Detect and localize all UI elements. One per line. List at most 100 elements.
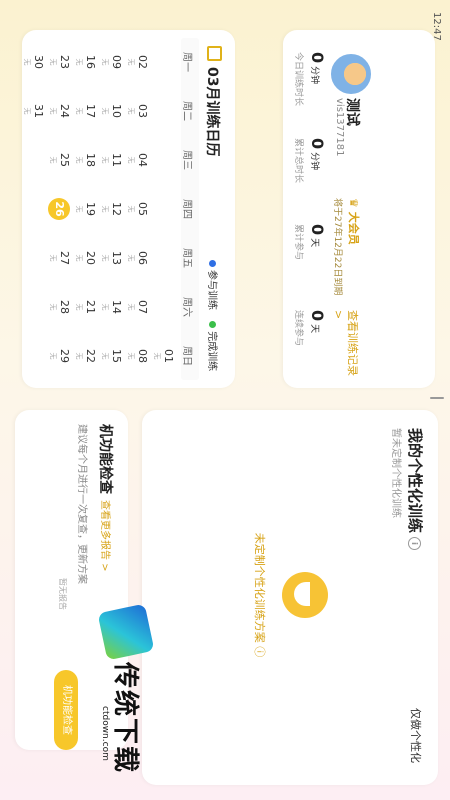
- day-status: 无: [101, 107, 109, 115]
- day-status: 无: [75, 107, 83, 115]
- day-number: 18: [84, 153, 97, 167]
- stat-value: 0: [308, 138, 327, 150]
- stat-unit: 天: [309, 324, 319, 334]
- calendar-day[interactable]: 14 无: [97, 283, 123, 331]
- day-number: 31: [32, 104, 45, 118]
- day-number: 11: [110, 153, 123, 167]
- day-status: 无: [127, 156, 135, 164]
- calendar-title: 03月训练日历: [203, 46, 223, 156]
- day-status: 无: [49, 58, 57, 66]
- calendar-day[interactable]: 30 无: [19, 38, 45, 86]
- stat-streak: 0 天 连续参与: [293, 310, 327, 390]
- calendar-day[interactable]: 06 无: [123, 234, 149, 282]
- customize-plan-link[interactable]: 未定制个性化训练方案 ⓘ: [252, 495, 268, 695]
- calendar-day[interactable]: 15 无: [97, 332, 123, 380]
- day-status: 无: [127, 58, 135, 66]
- calendar-day[interactable]: 22 无: [71, 332, 97, 380]
- day-status: 无: [49, 254, 57, 262]
- view-more-reports-link[interactable]: 查看更多报告 >: [99, 500, 114, 572]
- vip-label: 大会员: [347, 211, 360, 245]
- day-status: 无: [101, 58, 109, 66]
- day-number: 02: [136, 55, 149, 69]
- calendar-day[interactable]: 07 无: [123, 283, 149, 331]
- calendar-day[interactable]: 03 无: [123, 87, 149, 135]
- day-number: 03: [136, 104, 149, 118]
- stat-value: 0: [308, 310, 327, 322]
- calendar-day[interactable]: 29 无: [45, 332, 71, 380]
- weekday-label: 周六: [181, 297, 192, 317]
- day-status: 无: [23, 58, 31, 66]
- calendar-day[interactable]: 21 无: [71, 283, 97, 331]
- day-number: 24: [58, 104, 71, 118]
- watermark-logo-icon: [97, 603, 155, 661]
- day-number: 23: [58, 55, 71, 69]
- calendar-day[interactable]: 09 无: [97, 38, 123, 86]
- personal-training-subtitle: 暂未定制个性化训练: [390, 428, 401, 518]
- calendar-day[interactable]: 11 无: [97, 136, 123, 184]
- day-status: 无: [75, 156, 83, 164]
- day-status: 无: [101, 303, 109, 311]
- calendar-day[interactable]: 13 无: [97, 234, 123, 282]
- stat-unit: 分钟: [309, 66, 319, 85]
- calendar-day[interactable]: 23 无: [45, 38, 71, 86]
- stat-value: 0: [308, 224, 327, 236]
- calendar-legend: 参与训练 完成训练: [206, 252, 221, 371]
- watermark-url: ctdown.com: [100, 706, 110, 761]
- day-number: 25: [58, 153, 71, 167]
- day-number: 27: [58, 251, 71, 265]
- stat-unit: 分钟: [309, 152, 319, 171]
- day-number: 05: [136, 202, 149, 216]
- day-number: 08: [136, 349, 149, 363]
- calendar-icon: [207, 46, 222, 61]
- user-name: 测试: [344, 98, 360, 126]
- calendar-day[interactable]: 05 无: [123, 185, 149, 233]
- user-id: vis1377181: [334, 98, 345, 157]
- day-status: 无: [49, 156, 57, 164]
- calendar-day[interactable]: 17 无: [71, 87, 97, 135]
- calendar-day[interactable]: 20 无: [71, 234, 97, 282]
- info-icon[interactable]: i: [408, 537, 421, 551]
- stat-label: 累计总时长: [293, 138, 303, 184]
- vip-expiry: 将于27年12月22日到期: [332, 198, 342, 296]
- day-number: 20: [84, 251, 97, 265]
- weekday-label: 周二: [181, 101, 192, 121]
- calendar-title-text: 03月训练日历: [204, 67, 220, 157]
- calendar-day[interactable]: 31 无: [19, 87, 45, 135]
- day-status: 无: [75, 352, 83, 360]
- day-status: 无: [101, 205, 109, 213]
- calendar-day[interactable]: 27 无: [45, 234, 71, 282]
- calendar-day[interactable]: 12 无: [97, 185, 123, 233]
- legend-dot-green: [209, 321, 216, 329]
- day-number: 29: [58, 349, 71, 363]
- calendar-day[interactable]: 02 无: [123, 38, 149, 86]
- calendar-day[interactable]: 26: [45, 185, 71, 233]
- avatar[interactable]: [329, 52, 373, 96]
- calendar-day[interactable]: 25 无: [45, 136, 71, 184]
- calendar-day[interactable]: 01 无: [149, 332, 175, 380]
- crown-icon: ♛: [347, 198, 360, 208]
- stat-label: 今日训练时长: [293, 52, 303, 107]
- calendar-day[interactable]: 28 无: [45, 283, 71, 331]
- personal-only-label[interactable]: 仅做个性化: [408, 708, 424, 763]
- calendar-day[interactable]: 10 无: [97, 87, 123, 135]
- calendar-day[interactable]: 18 无: [71, 136, 97, 184]
- watermark-brand: 传统下载: [110, 662, 140, 775]
- info-icon: ⓘ: [253, 646, 266, 658]
- calendar-today: 26: [48, 198, 70, 220]
- drag-handle[interactable]: [430, 397, 444, 399]
- function-check-title: 机功能检查: [97, 424, 113, 494]
- stat-today: 0 分钟 今日训练时长: [293, 52, 327, 132]
- calendar-day[interactable]: 19 无: [71, 185, 97, 233]
- legend-dot-blue: [209, 260, 216, 267]
- day-number: 22: [84, 349, 97, 363]
- calendar-day[interactable]: 04 无: [123, 136, 149, 184]
- day-number: 17: [84, 104, 97, 118]
- view-training-record-link[interactable]: 查看训练记录 >: [332, 310, 361, 388]
- calendar-day[interactable]: 24 无: [45, 87, 71, 135]
- day-status: 无: [153, 352, 161, 360]
- day-status: 无: [101, 352, 109, 360]
- day-status: 无: [75, 58, 83, 66]
- stat-unit: 天: [309, 238, 319, 248]
- calendar-day[interactable]: 16 无: [71, 38, 97, 86]
- calendar-day[interactable]: 08 无: [123, 332, 149, 380]
